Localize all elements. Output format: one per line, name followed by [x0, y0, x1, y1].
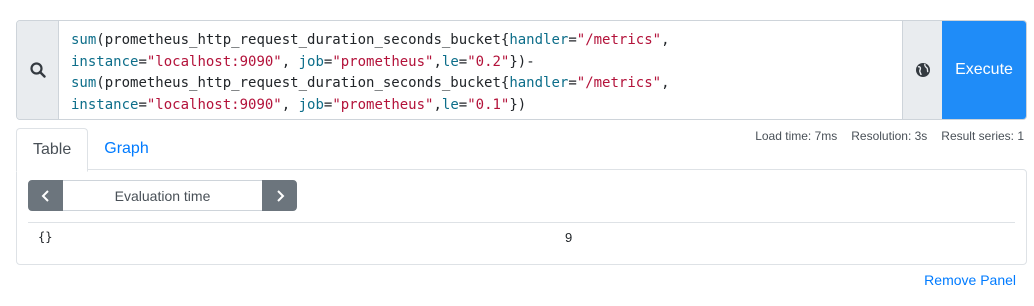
query-token: instance: [71, 53, 139, 70]
query-token: }): [509, 96, 527, 113]
query-token: =: [138, 53, 147, 70]
query-line: instance="localhost:9090", job="promethe…: [71, 52, 890, 74]
chevron-right-icon: [276, 189, 284, 202]
query-line: instance="localhost:9090", job="promethe…: [71, 95, 890, 117]
query-line: sum(prometheus_http_request_duration_sec…: [71, 73, 890, 95]
tab-table[interactable]: Table: [16, 128, 89, 172]
query-token: ,: [281, 53, 299, 70]
query-token: "prometheus": [332, 96, 434, 113]
query-token: le: [441, 53, 459, 70]
query-token: "localhost:9090": [146, 96, 282, 113]
top-strip: [0, 0, 1034, 8]
query-token: "prometheus": [332, 53, 434, 70]
resolution: Resolution: 3s: [851, 129, 928, 143]
query-token: "0.1": [467, 96, 510, 113]
query-bar: sum(prometheus_http_request_duration_sec…: [16, 20, 1027, 120]
query-token: ,: [433, 53, 442, 70]
query-token: le: [441, 96, 459, 113]
query-token: job: [298, 96, 324, 113]
query-token: "0.2": [467, 53, 510, 70]
query-token: handler: [509, 75, 569, 91]
load-time: Load time: 7ms: [755, 129, 838, 143]
query-token: sum: [71, 32, 97, 48]
query-token: =: [568, 32, 577, 48]
execute-button[interactable]: Execute: [942, 21, 1026, 119]
tab-bar: Table Graph: [16, 128, 165, 172]
table-panel: {} 9: [16, 169, 1027, 265]
query-stats: Load time: 7ms Resolution: 3s Result ser…: [755, 129, 1024, 143]
query-token: ,: [661, 32, 670, 48]
tab-graph[interactable]: Graph: [88, 128, 164, 170]
query-token: (prometheus_http_request_duration_second…: [96, 75, 510, 91]
query-token: =: [138, 96, 147, 113]
query-token: sum: [71, 75, 97, 91]
table-divider: [28, 222, 1015, 223]
prev-time-button[interactable]: [28, 180, 63, 211]
query-token: =: [568, 75, 577, 91]
next-time-button[interactable]: [262, 180, 297, 211]
query-token: instance: [71, 96, 139, 113]
query-token: job: [298, 53, 324, 70]
search-addon: [17, 21, 59, 119]
query-line: sum(prometheus_http_request_duration_sec…: [71, 30, 890, 52]
query-token: =: [458, 53, 468, 70]
expression-editor[interactable]: sum(prometheus_http_request_duration_sec…: [59, 21, 902, 119]
query-token: =: [458, 96, 468, 113]
query-token: })-: [509, 53, 535, 70]
result-labels: {}: [38, 230, 53, 244]
evaluation-time-group: [28, 180, 297, 211]
query-token: ,: [433, 96, 442, 113]
evaluation-time-input[interactable]: [63, 180, 262, 211]
result-value: 9: [565, 230, 573, 245]
metrics-explorer-button[interactable]: [902, 21, 942, 119]
search-icon: [29, 62, 46, 78]
query-token: "localhost:9090": [146, 53, 282, 70]
query-token: (prometheus_http_request_duration_second…: [96, 32, 510, 48]
globe-icon: [915, 63, 930, 77]
result-series: Result series: 1: [941, 129, 1024, 143]
query-token: ,: [281, 96, 299, 113]
query-token: ,: [661, 75, 670, 91]
remove-panel-link[interactable]: Remove Panel: [924, 272, 1016, 288]
query-token: "/metrics": [576, 32, 662, 48]
chevron-left-icon: [41, 189, 49, 202]
query-token: "/metrics": [576, 75, 662, 91]
query-token: handler: [509, 32, 569, 48]
